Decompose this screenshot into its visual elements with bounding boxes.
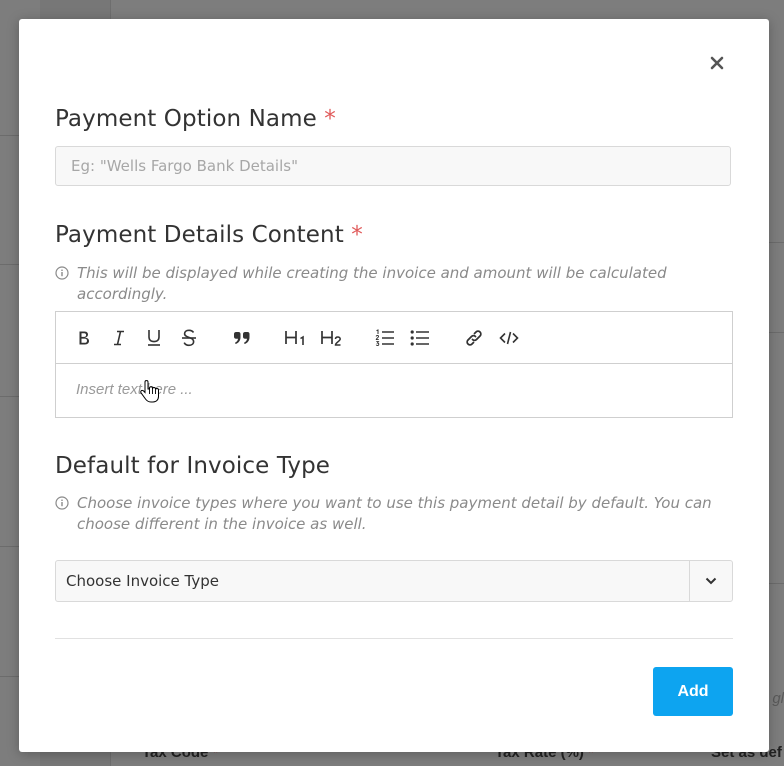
ordered-list-icon bbox=[375, 329, 394, 346]
code-button[interactable] bbox=[497, 326, 521, 350]
italic-button[interactable] bbox=[107, 326, 131, 350]
select-toggle[interactable] bbox=[689, 561, 732, 601]
required-mark: * bbox=[351, 222, 363, 248]
background-divider bbox=[768, 583, 784, 584]
underline-button[interactable] bbox=[142, 326, 166, 350]
payment-option-name-input[interactable] bbox=[55, 146, 731, 186]
invoice-type-select[interactable]: Choose Invoice Type bbox=[55, 560, 733, 602]
quote-icon bbox=[234, 332, 250, 344]
payment-details-content-label: Payment Details Content * bbox=[55, 222, 363, 248]
bullet-list-button[interactable] bbox=[408, 326, 432, 350]
bold-button[interactable] bbox=[72, 326, 96, 350]
h2-icon bbox=[321, 331, 341, 346]
editor-toolbar bbox=[56, 312, 732, 364]
code-icon bbox=[499, 331, 519, 345]
link-icon bbox=[466, 330, 482, 346]
close-icon bbox=[710, 56, 724, 70]
background-divider bbox=[768, 332, 784, 333]
payment-option-modal: Payment Option Name * Payment Details Co… bbox=[19, 19, 769, 752]
info-icon bbox=[55, 266, 69, 280]
heading1-button[interactable] bbox=[282, 326, 310, 350]
heading2-button[interactable] bbox=[318, 326, 346, 350]
bold-icon bbox=[79, 331, 89, 345]
italic-icon bbox=[114, 330, 124, 346]
h1-icon bbox=[285, 331, 304, 345]
modal-divider bbox=[55, 638, 733, 639]
ordered-list-button[interactable] bbox=[373, 326, 397, 350]
background-text: gl bbox=[772, 690, 784, 707]
strikethrough-button[interactable] bbox=[177, 326, 201, 350]
invoice-type-select-value: Choose Invoice Type bbox=[66, 572, 219, 590]
required-mark: * bbox=[324, 106, 336, 132]
payment-details-hint: This will be displayed while creating th… bbox=[55, 263, 717, 305]
add-button[interactable]: Add bbox=[653, 667, 733, 716]
default-invoice-type-label: Default for Invoice Type bbox=[55, 453, 331, 479]
background-divider bbox=[768, 242, 784, 243]
underline-icon bbox=[148, 330, 160, 346]
bullet-list-icon bbox=[410, 330, 429, 346]
info-icon bbox=[55, 496, 69, 510]
default-invoice-hint: Choose invoice types where you want to u… bbox=[55, 493, 717, 535]
hint-text: This will be displayed while creating th… bbox=[77, 264, 667, 303]
chevron-down-icon bbox=[705, 577, 717, 585]
strikethrough-icon bbox=[182, 329, 196, 347]
hint-text: Choose invoice types where you want to u… bbox=[77, 494, 712, 533]
hand-cursor-icon bbox=[140, 379, 159, 403]
editor-placeholder: Insert text here ... bbox=[76, 381, 193, 398]
close-button[interactable] bbox=[708, 54, 726, 72]
blockquote-button[interactable] bbox=[230, 326, 254, 350]
link-button[interactable] bbox=[462, 326, 486, 350]
payment-option-name-label: Payment Option Name * bbox=[55, 106, 336, 132]
